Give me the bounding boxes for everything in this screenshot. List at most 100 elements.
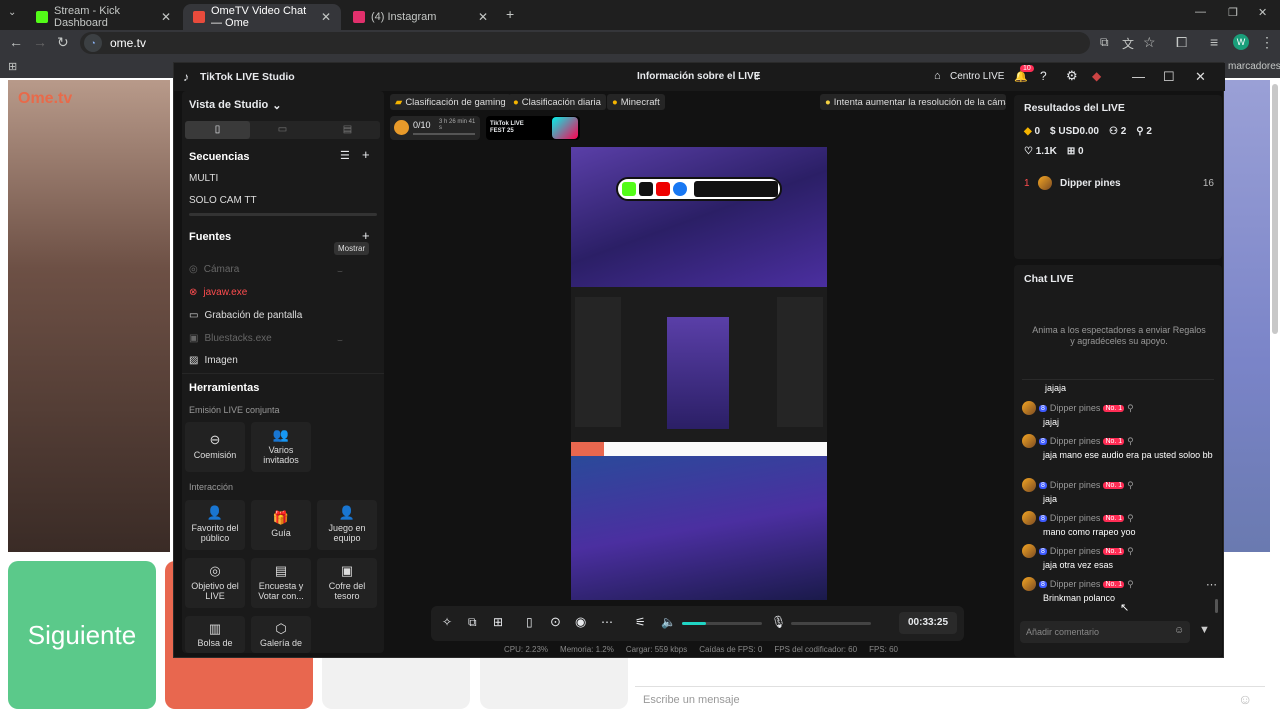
multi-guest-button[interactable]: 👥 Varios invitados	[251, 422, 311, 472]
studio-view-dropdown[interactable]: Vista de Studio ⌄	[189, 99, 281, 112]
cast-icon[interactable]: ⧉	[1100, 35, 1109, 50]
bookmarks-label[interactable]: marcadores	[1228, 61, 1280, 72]
emoji-icon[interactable]: ☺	[1238, 691, 1252, 707]
source-bluestacks[interactable]: ▣ Bluestacks.exe	[189, 333, 272, 344]
profile-avatar[interactable]: W	[1233, 34, 1249, 50]
chat-scrollbar[interactable]	[1215, 599, 1218, 613]
microphone-icon[interactable]: 🎙	[771, 615, 786, 629]
chat-message[interactable]: 8 Dipper pines No. 1 ⚲ ⋯ Brinkman polanco	[1022, 577, 1217, 604]
minecraft-chip[interactable]: ● Minecraft	[607, 94, 665, 110]
chat-message[interactable]: 8 Dipper pines No. 1 ⚲ jaja mano ese audio …	[1022, 434, 1217, 461]
source-screen-recording[interactable]: ▭ Grabación de pantalla	[189, 310, 302, 321]
next-button[interactable]: Siguiente	[8, 561, 156, 709]
reload-icon[interactable]: ↻	[57, 34, 69, 51]
gaming-ranking-chip[interactable]: ▰ Clasificación de gaming	[390, 94, 511, 110]
back-icon[interactable]: ←	[9, 34, 23, 50]
share-icon[interactable]: ⇪	[752, 70, 761, 83]
translate-icon[interactable]: 文	[1122, 35, 1134, 52]
new-tab-icon[interactable]: +	[506, 6, 514, 22]
mixer-icon[interactable]: ⚟	[635, 615, 646, 629]
daily-ranking-chip[interactable]: ● Clasificación diaria	[508, 94, 606, 110]
live-info-title[interactable]: Información sobre el LIVE	[637, 71, 760, 82]
bag-button[interactable]: ▥ Bolsa de	[185, 616, 245, 653]
tab-kick[interactable]: Stream - Kick Dashboard ✕	[26, 4, 181, 30]
add-sequence-icon[interactable]: +	[362, 147, 370, 162]
sequences-scrollbar[interactable]	[189, 213, 377, 216]
sequence-item[interactable]: SOLO CAM TT	[189, 195, 257, 206]
help-icon[interactable]: ?	[1040, 69, 1047, 83]
page-scrollbar[interactable]	[1272, 84, 1278, 334]
mic-slider[interactable]	[791, 622, 871, 625]
forward-icon[interactable]: →	[33, 34, 47, 50]
favorite-audience-button[interactable]: 👤 Favorito del público	[185, 500, 245, 550]
minimize-icon[interactable]: —	[1132, 69, 1145, 84]
source-image[interactable]: ▨ Imagen	[189, 355, 238, 366]
record-icon[interactable]: ⊙	[550, 614, 561, 630]
home-icon[interactable]: ⌂	[934, 70, 941, 82]
more-options-icon[interactable]: ⋯	[1206, 578, 1217, 591]
profile-icon[interactable]: ◆	[1092, 69, 1101, 83]
chat-message[interactable]: 8 Dipper pines No. 1 ⚲ jaja otra vez esas	[1022, 544, 1217, 571]
filter-icon[interactable]: ▼	[1199, 624, 1210, 636]
close-icon[interactable]: ✕	[478, 10, 488, 24]
tab-search-icon[interactable]: ⌄	[8, 7, 16, 18]
source-javaw[interactable]: ⊗ javaw.exe	[189, 287, 247, 298]
phone-icon[interactable]: ▯	[526, 615, 533, 629]
guide-button[interactable]: 🎁 Guía	[251, 500, 311, 550]
treasure-chest-button[interactable]: ▣ Cofre del tesoro	[317, 558, 377, 608]
emoji-icon[interactable]: ☺	[1174, 625, 1184, 636]
add-source-icon[interactable]: +	[362, 228, 370, 243]
close-icon[interactable]: ✕	[321, 10, 331, 24]
landscape-layout-icon[interactable]: ▭	[250, 121, 315, 139]
list-icon[interactable]: ☰	[340, 149, 350, 162]
minimize-icon[interactable]: —	[1195, 6, 1206, 18]
resolution-tip[interactable]: ● Intenta aumentar la resolución de la cá…	[820, 94, 1006, 110]
team-game-button[interactable]: 👤 Juego en equipo	[317, 500, 377, 550]
extensions-icon[interactable]: ⧠	[1176, 34, 1187, 51]
chat-text: jaja otra vez esas	[1043, 560, 1114, 570]
more-icon[interactable]: ⋯	[601, 615, 613, 629]
apps-icon[interactable]: ⊞	[8, 60, 17, 73]
settings-icon[interactable]: ⚙	[1066, 68, 1078, 84]
coemission-button[interactable]: ⊖ Coemisión	[185, 422, 245, 472]
live-fest-banner[interactable]: TikTok LIVE FEST 25	[486, 116, 580, 140]
live-goal-button[interactable]: ◎ Objetivo del LIVE	[185, 558, 245, 608]
centro-live-link[interactable]: Centro LIVE	[950, 71, 1004, 82]
poll-button[interactable]: ▤ Encuesta y Votar con...	[251, 558, 311, 608]
message-input[interactable]: Escribe un mensaje	[635, 686, 1265, 712]
maximize-icon[interactable]: ❐	[1228, 6, 1238, 19]
speaker-icon[interactable]: 🔈	[661, 615, 676, 629]
site-info-icon[interactable]: ◔	[84, 34, 102, 52]
volume-slider[interactable]	[682, 622, 762, 625]
menu-icon[interactable]: ⋮	[1260, 34, 1274, 51]
media-icon[interactable]: ≡	[1210, 34, 1218, 50]
omnibox[interactable]: ◔ ome.tv	[80, 32, 1090, 54]
dual-layout-icon[interactable]: ▤	[315, 121, 380, 139]
tab-instagram[interactable]: (4) Instagram ✕	[343, 4, 498, 30]
sequence-item[interactable]: MULTI	[189, 173, 218, 184]
level-badge: 8	[1039, 481, 1047, 489]
close-icon[interactable]: ✕	[1195, 69, 1206, 85]
hidden-eye-icon[interactable]: ⌣	[337, 266, 343, 277]
goal-widget[interactable]: 0/10 3 h 26 min 41 s	[390, 116, 480, 140]
star-icon[interactable]: ☆	[1143, 34, 1156, 51]
close-window-icon[interactable]: ✕	[1258, 6, 1267, 19]
chat-title: Chat LIVE	[1024, 273, 1074, 285]
gallery-button[interactable]: ⬡ Galería de	[251, 616, 311, 653]
camera-switch-icon[interactable]: ◉	[575, 614, 586, 630]
chat-message[interactable]: 8 Dipper pines No. 1 ⚲ jaja	[1022, 478, 1217, 505]
top-gifter-row[interactable]: 1 Dipper pines 16	[1024, 176, 1214, 190]
source-camera[interactable]: ◎ Cámara	[189, 264, 239, 275]
maximize-icon[interactable]: ☐	[1163, 69, 1175, 85]
comment-input[interactable]: Añadir comentario	[1020, 621, 1190, 643]
magic-wand-icon[interactable]: ✧	[442, 615, 452, 629]
effects-icon[interactable]: ⧉	[468, 615, 477, 630]
tool-label: Juego en equipo	[328, 522, 366, 543]
close-icon[interactable]: ✕	[161, 10, 171, 24]
hidden-eye-icon[interactable]: ⌣	[337, 335, 343, 346]
chat-message[interactable]: 8 Dipper pines No. 1 ⚲ mano como rrapeo yoo	[1022, 511, 1217, 538]
portrait-layout-icon[interactable]: ▯	[185, 121, 250, 139]
tab-ometv[interactable]: OmeTV Video Chat — Ome ✕	[183, 4, 341, 30]
chat-message[interactable]: 8 Dipper pines No. 1 ⚲ jajaj	[1022, 401, 1217, 428]
add-scene-icon[interactable]: ⊞	[493, 615, 503, 629]
